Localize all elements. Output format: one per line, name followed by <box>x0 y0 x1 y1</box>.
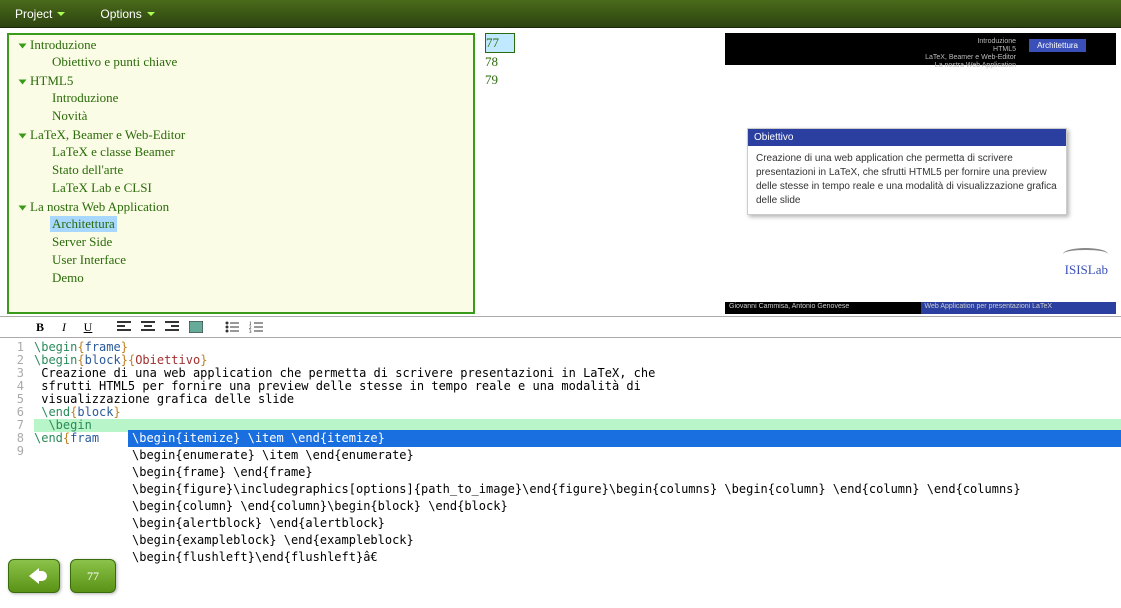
tree-item[interactable]: HTML5 <box>28 73 75 89</box>
logo-wave-icon <box>1063 248 1108 260</box>
italic-button[interactable]: I <box>55 318 73 336</box>
numbered-list-button[interactable]: 123 <box>247 318 265 336</box>
chevron-down-icon <box>57 12 65 16</box>
tree-arrow-icon[interactable] <box>19 44 27 49</box>
page-number[interactable]: 77 <box>485 33 515 53</box>
bottom-button-bar: 77 <box>8 559 116 593</box>
bold-button[interactable]: B <box>31 318 49 336</box>
page-number[interactable]: 78 <box>485 53 515 71</box>
underline-button[interactable]: U <box>79 318 97 336</box>
editor-toolbar: B I U 123 <box>0 316 1121 338</box>
menubar: Project Options <box>0 0 1121 28</box>
slide-header: IntroduzioneHTML5LaTeX, Beamer e Web-Edi… <box>725 33 1116 65</box>
menu-project[interactable]: Project <box>15 7 65 21</box>
autocomplete-item[interactable]: \begin{exampleblock} \end{exampleblock} <box>128 532 1121 549</box>
line-number-gutter: 123456789 <box>0 338 30 458</box>
align-right-button[interactable] <box>163 318 181 336</box>
bullet-list-button[interactable] <box>223 318 241 336</box>
back-arrow-icon <box>29 568 39 584</box>
outline-panel: IntroduzioneObiettivo e punti chiaveHTML… <box>7 33 475 314</box>
page-number-list: 777879 <box>485 33 515 314</box>
slide-header-chip: Architettura <box>1029 39 1086 52</box>
chevron-down-icon <box>147 12 155 16</box>
autocomplete-item[interactable]: \begin{center}\end{center} <box>128 566 1121 568</box>
footer-left: Giovanni Cammisa, Antonio Genovese <box>725 302 921 314</box>
tree-arrow-icon[interactable] <box>19 206 27 211</box>
page-number[interactable]: 79 <box>485 71 515 89</box>
align-left-button[interactable] <box>115 318 133 336</box>
menu-options[interactable]: Options <box>100 7 154 21</box>
code-editor[interactable]: 123456789 \begin{frame}\begin{block}{Obi… <box>0 338 1121 568</box>
slide-preview: IntroduzioneHTML5LaTeX, Beamer e Web-Edi… <box>725 33 1116 314</box>
image-button[interactable] <box>187 318 205 336</box>
tree-item[interactable]: Introduzione <box>50 90 120 106</box>
autocomplete-item[interactable]: \begin{itemize} \item \end{itemize} <box>128 430 1121 447</box>
autocomplete-item[interactable]: \begin{frame} \end{frame} <box>128 464 1121 481</box>
objective-block: Obiettivo Creazione di una web applicati… <box>747 128 1067 215</box>
tree-item[interactable]: LaTeX e classe Beamer <box>50 144 177 160</box>
tree-arrow-icon[interactable] <box>19 134 27 139</box>
slide-footer: Giovanni Cammisa, Antonio Genovese Web A… <box>725 302 1116 314</box>
autocomplete-item[interactable]: \begin{column} \end{column}\begin{block}… <box>128 498 1121 515</box>
tree-arrow-icon[interactable] <box>19 80 27 85</box>
tree-item[interactable]: LaTeX Lab e CLSI <box>50 180 154 196</box>
page-indicator-button[interactable]: 77 <box>70 559 116 593</box>
autocomplete-popup[interactable]: \begin{itemize} \item \end{itemize}\begi… <box>128 430 1121 568</box>
tree-item[interactable]: Stato dell'arte <box>50 162 125 178</box>
tree-item[interactable]: La nostra Web Application <box>28 199 171 215</box>
logo: ISISLab <box>1063 248 1108 278</box>
tree-item[interactable]: LaTeX, Beamer e Web-Editor <box>28 127 187 143</box>
svg-text:3: 3 <box>249 330 252 333</box>
autocomplete-item[interactable]: \begin{figure}\includegraphics[options]{… <box>128 481 1121 498</box>
tree-item[interactable]: Server Side <box>50 234 114 250</box>
tree-item[interactable]: Obiettivo e punti chiave <box>50 54 179 70</box>
autocomplete-item[interactable]: \begin{alertblock} \end{alertblock} <box>128 515 1121 532</box>
tree-item[interactable]: Architettura <box>50 216 117 232</box>
tree-item[interactable]: Demo <box>50 270 86 286</box>
autocomplete-item[interactable]: \begin{enumerate} \item \end{enumerate} <box>128 447 1121 464</box>
align-center-button[interactable] <box>139 318 157 336</box>
objective-body: Creazione di una web application che per… <box>748 146 1066 214</box>
tree-item[interactable]: Novità <box>50 108 89 124</box>
tree-item[interactable]: User Interface <box>50 252 128 268</box>
slide-header-breadcrumbs: IntroduzioneHTML5LaTeX, Beamer e Web-Edi… <box>925 38 1016 70</box>
autocomplete-item[interactable]: \begin{flushleft}\end{flushleft}â€ <box>128 549 1121 566</box>
back-button[interactable] <box>8 559 60 593</box>
footer-right: Web Application per presentazioni LaTeX <box>921 302 1117 314</box>
objective-title: Obiettivo <box>748 129 1066 146</box>
tree-item[interactable]: Introduzione <box>28 37 98 53</box>
